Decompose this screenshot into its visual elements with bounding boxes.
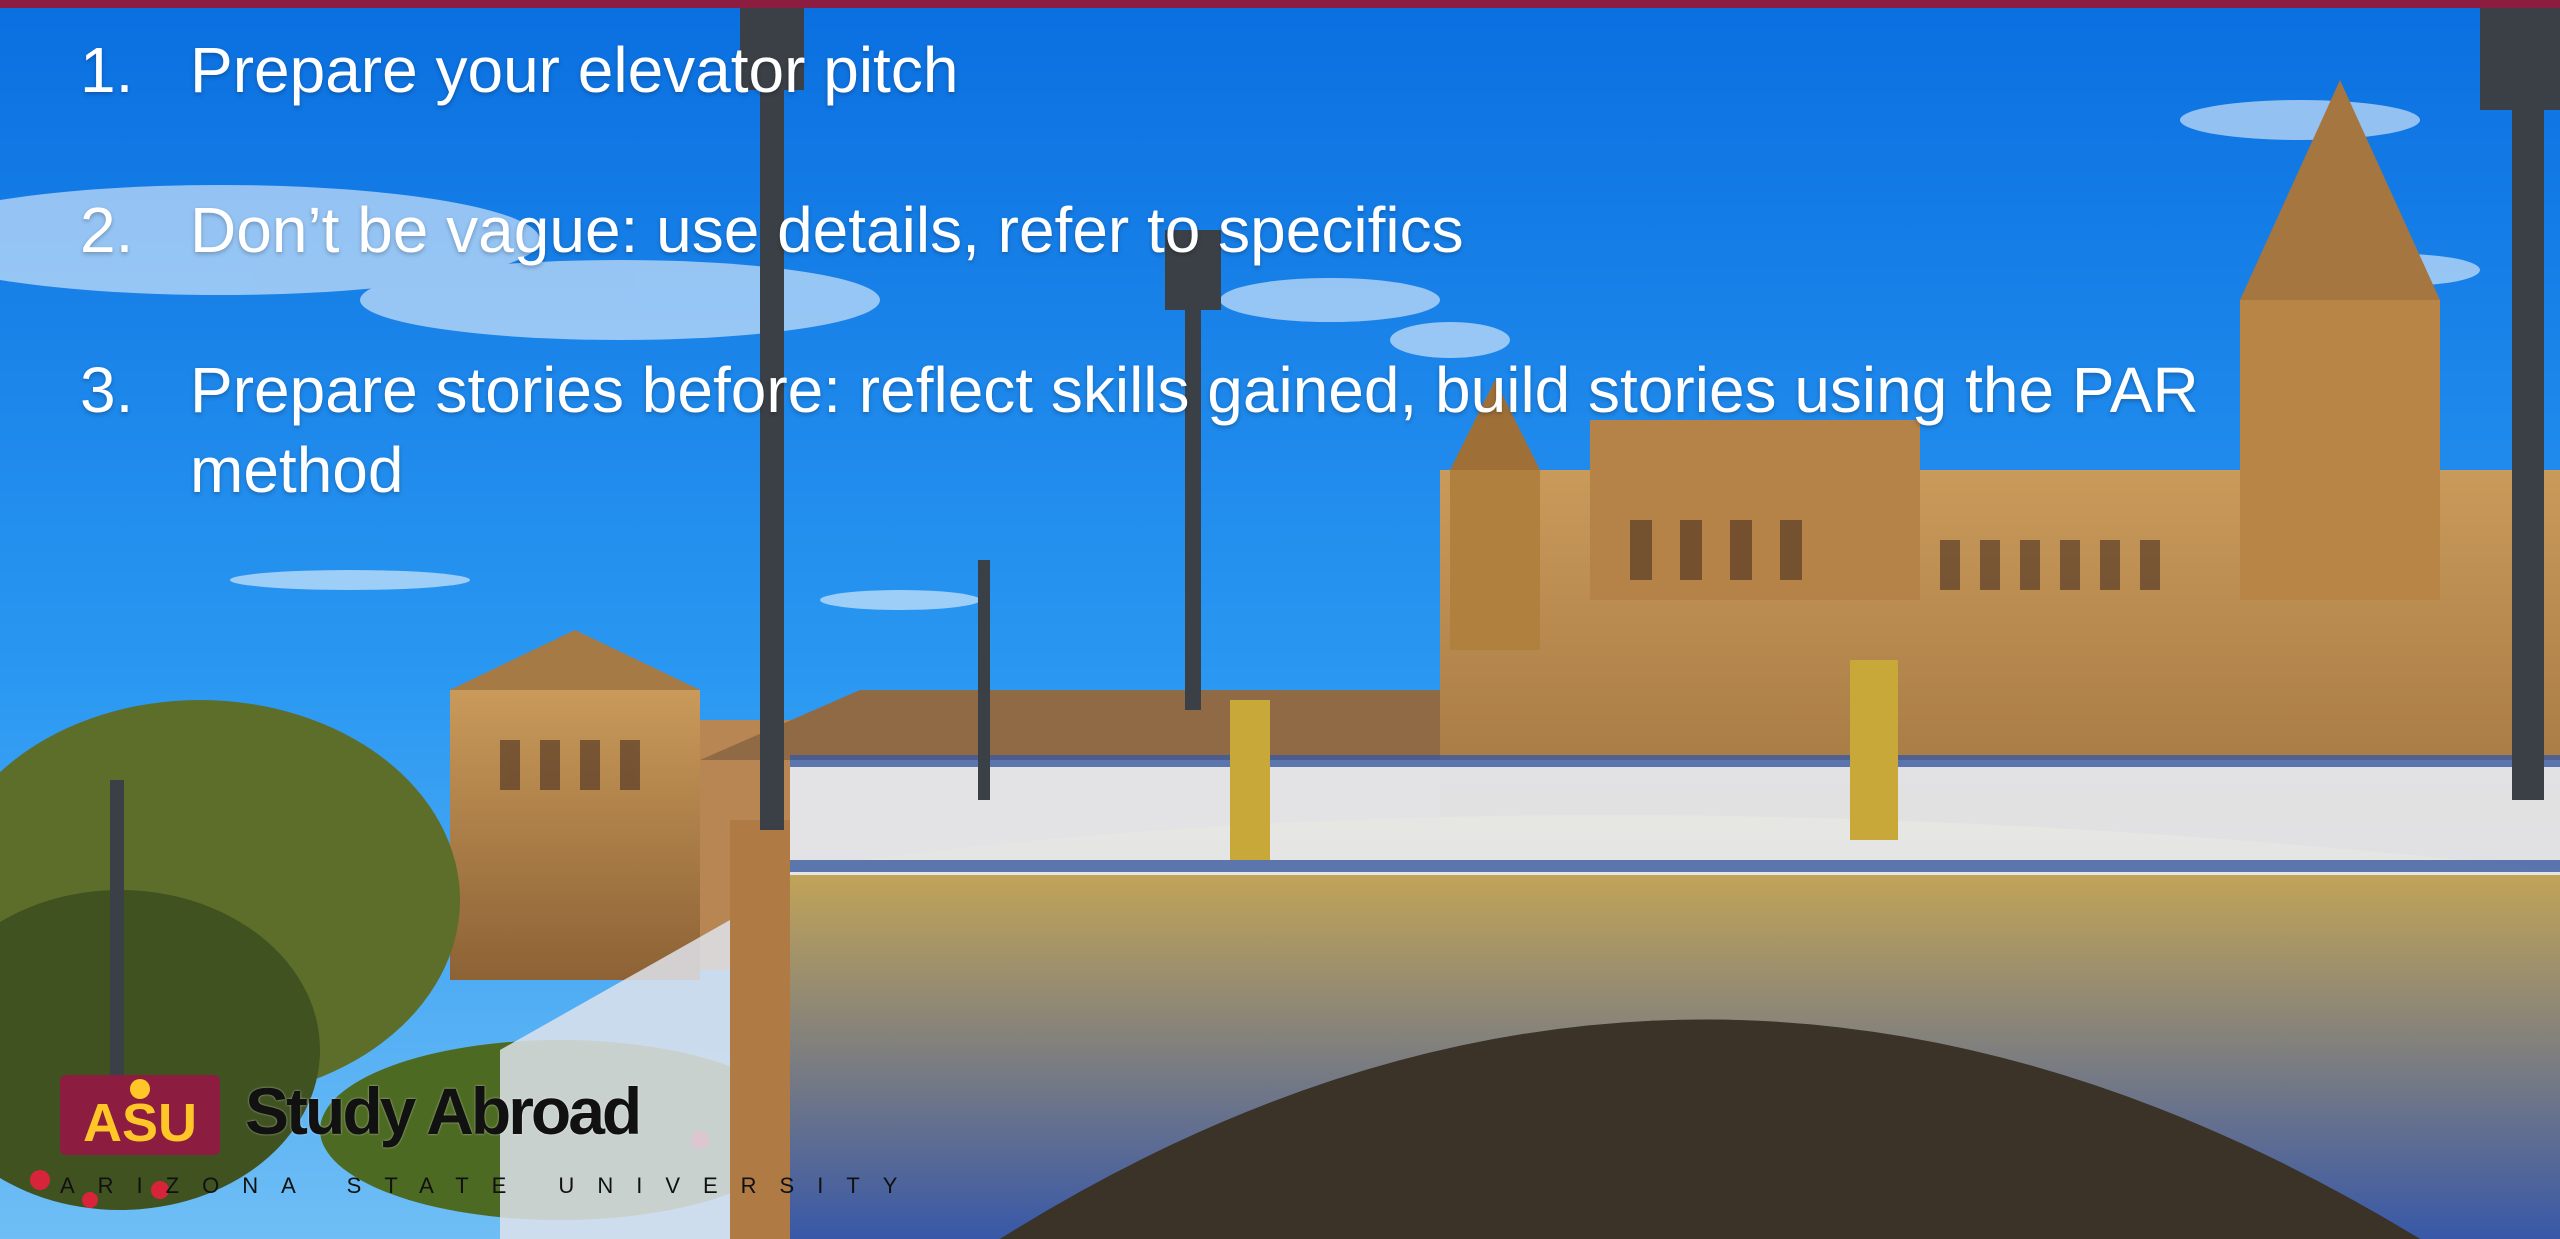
bullet-number: 3.	[80, 354, 134, 426]
bullet-list: 1. Prepare your elevator pitch 2. Don’t …	[80, 30, 2380, 590]
bullet-number: 1.	[80, 34, 134, 106]
slide: 1. Prepare your elevator pitch 2. Don’t …	[0, 0, 2560, 1239]
bullet-item-1: 1. Prepare your elevator pitch	[80, 30, 2380, 110]
bullet-text: Prepare your elevator pitch	[190, 34, 959, 106]
top-accent-bar	[0, 0, 2560, 8]
bullet-text: Don’t be vague: use details, refer to sp…	[190, 194, 1464, 266]
logo-subtitle: ARIZONA STATE UNIVERSITY	[60, 1173, 921, 1198]
logo-title: Study Abroad	[245, 1074, 642, 1148]
bullet-text: Prepare stories before: reflect skills g…	[190, 354, 2199, 506]
asu-study-abroad-logo: ASU Study Abroad ARIZONA STATE UNIVERSIT…	[60, 1074, 897, 1205]
asu-logo-icon: ASU	[60, 1075, 220, 1155]
bullet-number: 2.	[80, 194, 134, 266]
bullet-item-2: 2. Don’t be vague: use details, refer to…	[80, 190, 2380, 270]
bullet-item-3: 3. Prepare stories before: reflect skill…	[80, 350, 2380, 510]
logo-mark-text: ASU	[83, 1093, 197, 1153]
